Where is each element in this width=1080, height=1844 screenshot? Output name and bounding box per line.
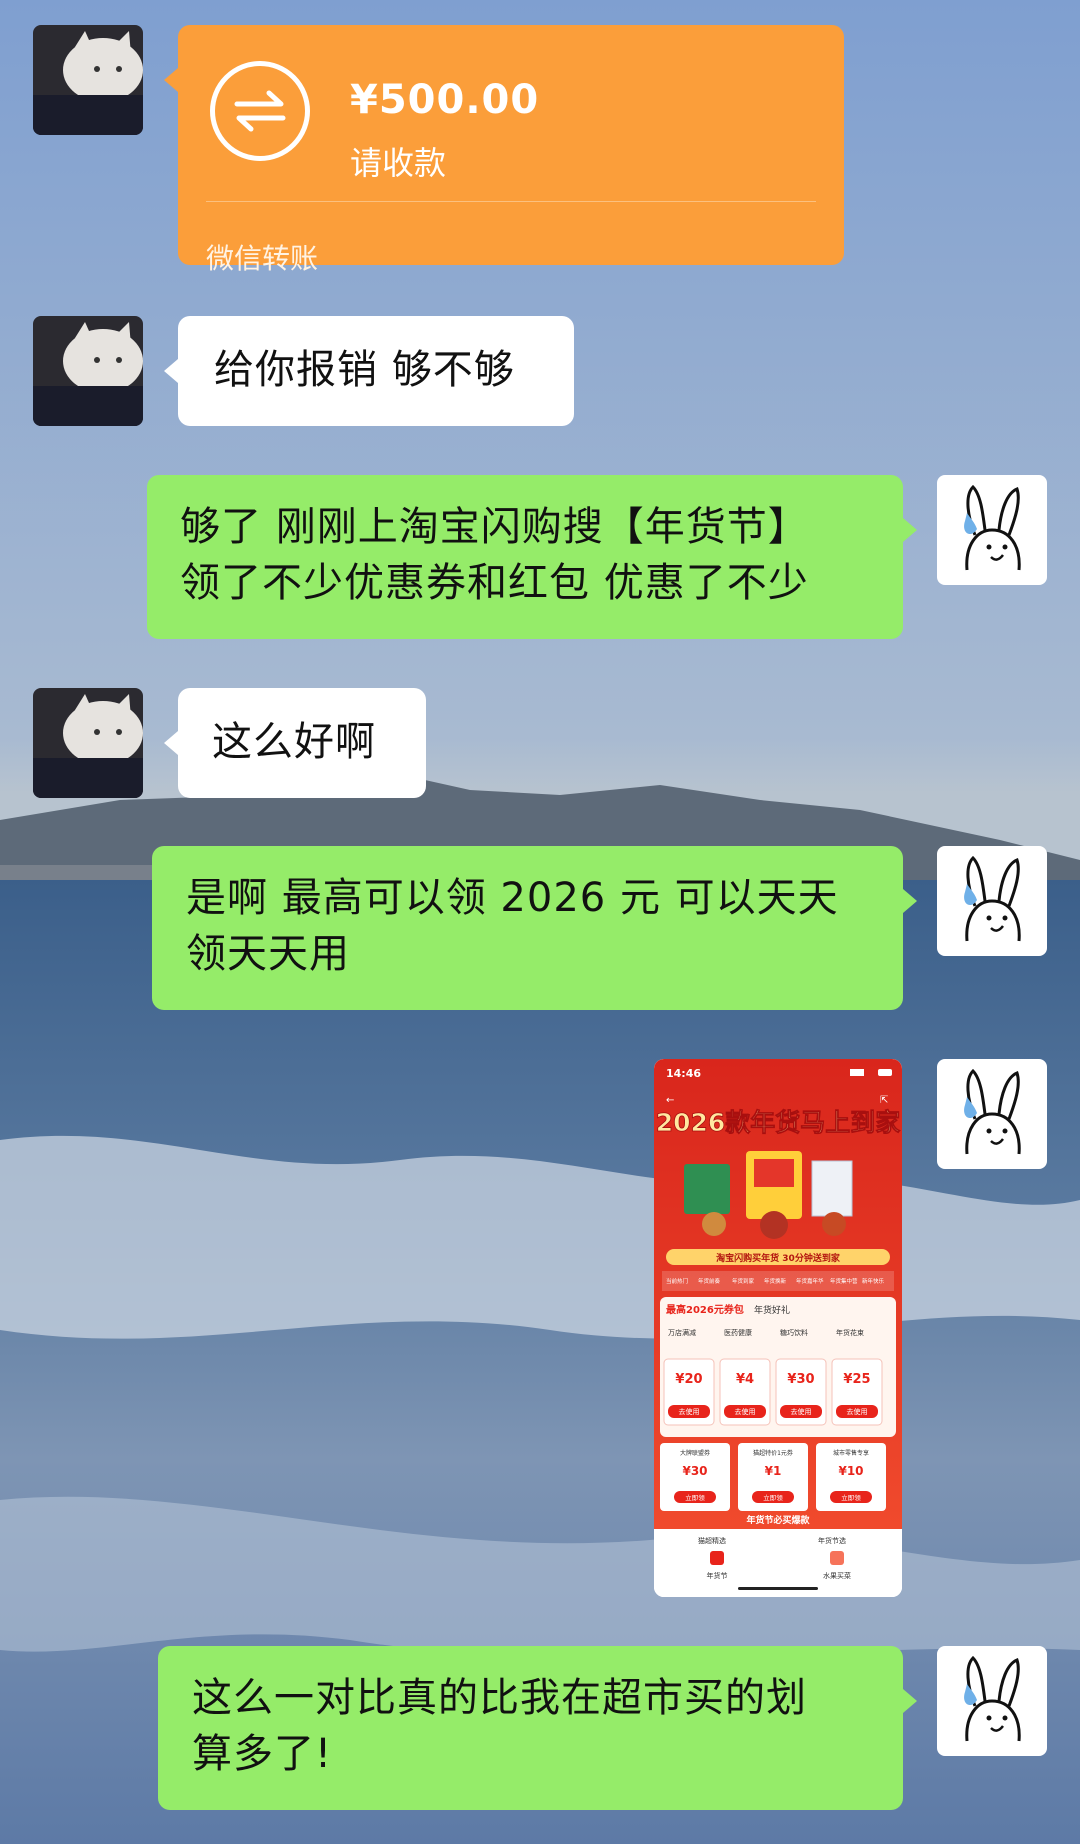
image-message[interactable]: 14:46 ← ⇱ 2026款年货马上到家 淘宝闪购买年货 30分钟送到家 当前… [654, 1059, 902, 1597]
coupon-value: ¥4 [736, 1372, 754, 1387]
message-bubble[interactable]: 给你报销 够不够 [178, 316, 574, 426]
share-icon[interactable]: ⇱ [880, 1095, 888, 1106]
signal-icon [850, 1069, 864, 1076]
home-indicator [738, 1587, 818, 1590]
card-value: ¥1 [765, 1464, 782, 1478]
bubble-tail [164, 731, 178, 755]
divider [206, 201, 816, 202]
bubble-tail [903, 1689, 917, 1713]
banner-title: 2026款年货马上到家 [656, 1108, 901, 1137]
coupon-category[interactable]: 医药健康 [724, 1328, 752, 1337]
message-text-line: 这么一对比真的比我在超市买的划 [192, 1675, 807, 1721]
status-time: 14:46 [666, 1067, 701, 1080]
coupon-subtitle: 年货好礼 [754, 1304, 790, 1316]
bubble-tail [903, 889, 917, 913]
avatar-cat[interactable] [33, 316, 143, 426]
message-bubble[interactable]: 这么好啊 [178, 688, 426, 798]
tab-label[interactable]: 当前热门 [666, 1277, 688, 1285]
product-image [811, 1160, 853, 1217]
coupon-category[interactable]: 糖巧饮料 [780, 1328, 808, 1337]
card-title: 大牌联盟券 [680, 1449, 710, 1457]
message-text: 这么好啊 [212, 719, 376, 765]
bottom-tab[interactable]: 猫超精选 [698, 1536, 726, 1545]
message-bubble[interactable]: 是啊 最高可以领 2026 元 可以天天 领天天用 [152, 846, 903, 1010]
message-text: 给你报销 够不够 [214, 347, 515, 393]
product-image [760, 1211, 788, 1239]
card-value: ¥10 [838, 1464, 863, 1478]
bottom-tab-label[interactable]: 年货节 [707, 1571, 728, 1580]
tab-label[interactable]: 年货前奏 [698, 1277, 721, 1285]
bottom-tab[interactable]: 年货节选 [818, 1536, 846, 1545]
coupon-value: ¥30 [787, 1372, 814, 1387]
transfer-amount: ¥500.00 [350, 77, 540, 123]
transfer-card[interactable]: ¥500.00 请收款 微信转账 [178, 25, 844, 275]
transfer-status: 请收款 [350, 144, 447, 182]
card-title: 猫超特价1元券 [753, 1449, 793, 1457]
transfer-source: 微信转账 [206, 242, 319, 275]
tab-label[interactable]: 年货嘉年华 [796, 1277, 824, 1285]
claim-button[interactable]: 立即领 [763, 1493, 783, 1502]
avatar-bunny[interactable] [937, 475, 1047, 585]
tab-label[interactable]: 年货集中营 [830, 1277, 858, 1285]
tab-label[interactable]: 年货到家 [732, 1277, 755, 1285]
hot-items-heading: 年货节必买爆款 [746, 1514, 810, 1526]
product-image [684, 1164, 730, 1214]
claim-button[interactable]: 立即领 [685, 1493, 705, 1502]
avatar-bunny[interactable] [937, 1646, 1047, 1756]
product-image [702, 1212, 726, 1236]
avatar-cat[interactable] [33, 688, 143, 798]
tab-icon [710, 1551, 724, 1565]
bubble-tail [164, 359, 178, 383]
message-text-line: 算多了! [192, 1731, 333, 1777]
bubble-tail [903, 518, 917, 542]
avatar-cat[interactable] [33, 25, 143, 135]
coupon-category[interactable]: 年货花束 [836, 1328, 864, 1337]
coupon-value: ¥25 [843, 1372, 870, 1387]
coupon-use-button[interactable]: 去使用 [791, 1407, 812, 1416]
message-text-line: 是啊 最高可以领 2026 元 可以天天 [186, 875, 839, 921]
bottom-tab-label[interactable]: 水果买菜 [823, 1571, 851, 1580]
card-value: ¥30 [682, 1464, 707, 1478]
product-image [754, 1159, 794, 1187]
tab-label[interactable]: 新年快乐 [862, 1277, 885, 1285]
message-bubble[interactable]: 这么一对比真的比我在超市买的划 算多了! [158, 1646, 903, 1810]
avatar-bunny[interactable] [937, 1059, 1047, 1169]
product-image [822, 1212, 846, 1236]
avatar-bunny[interactable] [937, 846, 1047, 956]
claim-button[interactable]: 立即领 [841, 1493, 861, 1502]
transfer-arrows-icon [210, 61, 310, 161]
back-icon[interactable]: ← [666, 1095, 674, 1106]
coupon-value: ¥20 [675, 1372, 702, 1387]
message-bubble[interactable]: 够了 刚刚上淘宝闪购搜【年货节】 领了不少优惠券和红包 优惠了不少 [147, 475, 903, 639]
bubble-tail [164, 68, 178, 92]
coupon-use-button[interactable]: 去使用 [735, 1407, 756, 1416]
tab-label[interactable]: 年货换新 [764, 1277, 787, 1285]
message-text-line: 够了 刚刚上淘宝闪购搜【年货节】 [180, 504, 809, 550]
coupon-use-button[interactable]: 去使用 [847, 1407, 868, 1416]
coupon-category[interactable]: 万店满减 [668, 1328, 696, 1337]
coupon-title: 最高2026元券包 [666, 1303, 744, 1316]
promo-strip-text: 淘宝闪购买年货 30分钟送到家 [716, 1252, 841, 1264]
coupon-use-button[interactable]: 去使用 [679, 1407, 700, 1416]
message-text-line: 领了不少优惠券和红包 优惠了不少 [180, 560, 809, 606]
card-title: 城市零售专享 [833, 1449, 869, 1457]
message-text-line: 领天天用 [186, 931, 350, 977]
tab-icon [830, 1551, 844, 1565]
battery-icon [878, 1069, 892, 1076]
